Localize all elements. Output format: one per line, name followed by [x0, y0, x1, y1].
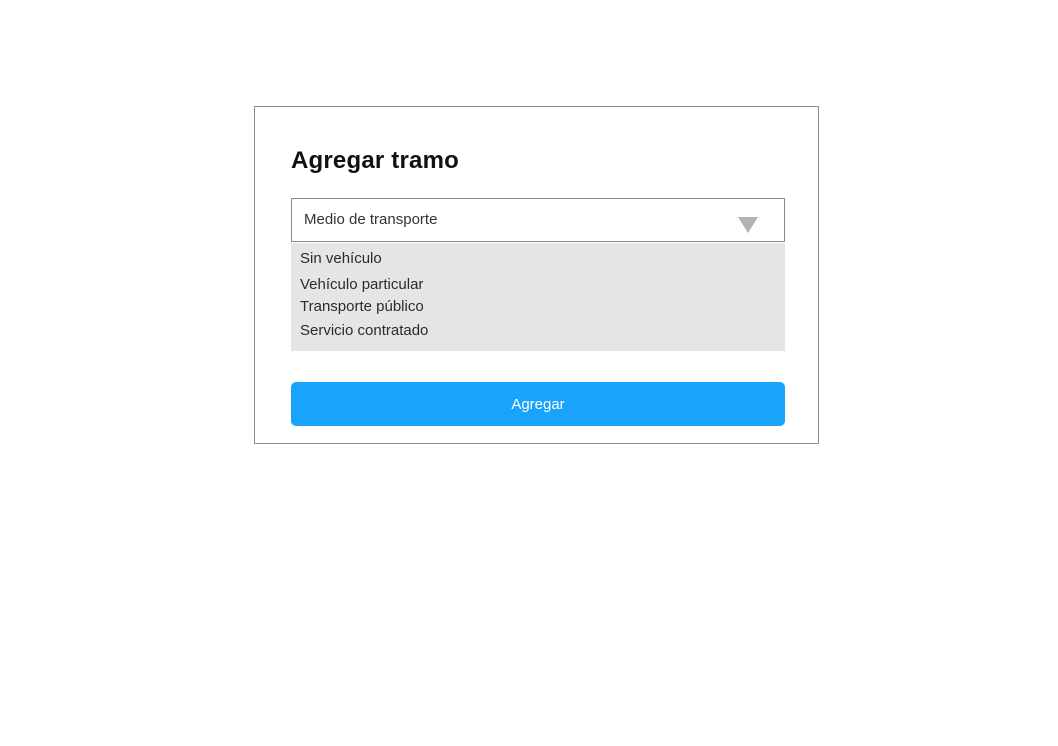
option-sin-vehiculo[interactable]: Sin vehículo [300, 250, 382, 267]
transport-mode-select-label: Medio de transporte [304, 211, 438, 228]
option-vehiculo-particular[interactable]: Vehículo particular [300, 276, 423, 293]
transport-mode-options-list: Sin vehículo Vehículo particular Transpo… [291, 243, 785, 351]
option-servicio-contratado[interactable]: Servicio contratado [300, 322, 428, 339]
option-transporte-publico[interactable]: Transporte público [300, 298, 424, 315]
page: Agregar tramo Medio de transporte Sin ve… [0, 0, 1058, 746]
triangle-down-icon [738, 217, 758, 233]
dialog-title: Agregar tramo [291, 147, 459, 174]
add-button[interactable]: Agregar [291, 382, 785, 426]
transport-mode-select[interactable]: Medio de transporte [291, 198, 785, 242]
add-segment-dialog: Agregar tramo Medio de transporte Sin ve… [254, 106, 819, 444]
